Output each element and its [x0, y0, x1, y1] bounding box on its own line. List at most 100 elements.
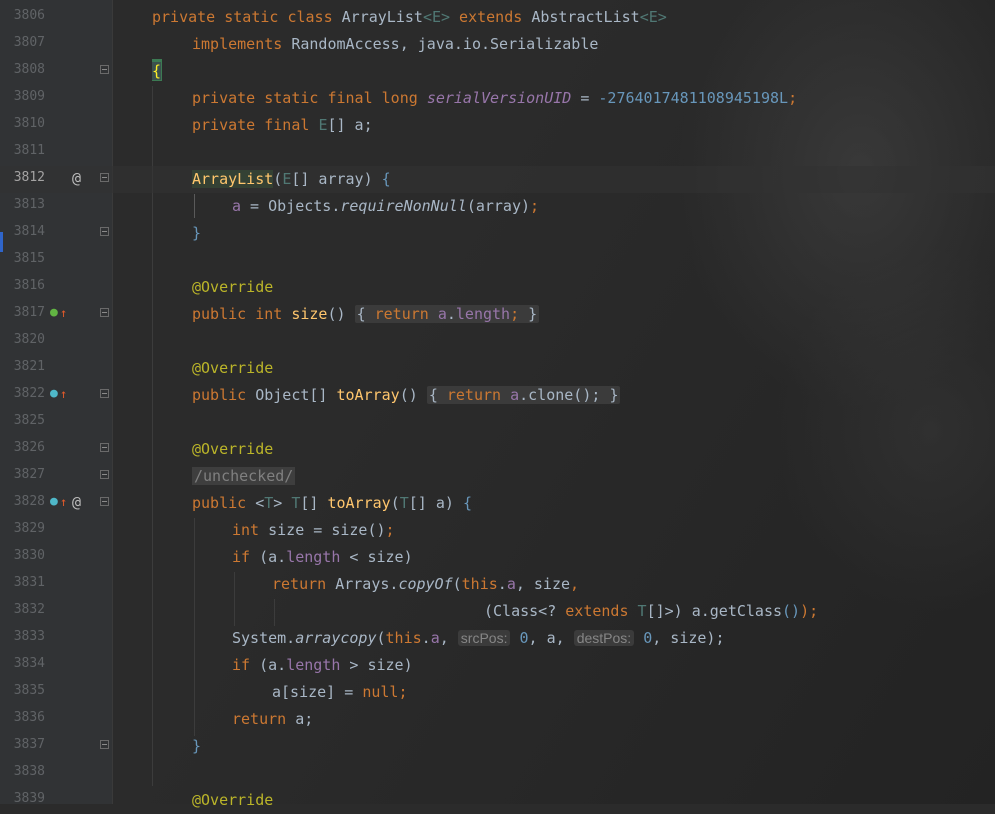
line-number: 3812 — [13, 170, 45, 185]
code-text[interactable]: return a; — [232, 709, 313, 729]
fold-icon[interactable] — [100, 470, 109, 479]
line-number: 3808 — [13, 62, 45, 77]
code-line[interactable]: 3821 @Override — [0, 355, 995, 382]
code-text[interactable]: ArrayList(E[] array) { — [192, 169, 391, 189]
code-line[interactable]: 3820 — [0, 328, 995, 355]
code-text[interactable]: } — [192, 223, 201, 243]
line-number: 3822 — [13, 386, 45, 401]
code-text[interactable]: private final E[] a; — [192, 115, 373, 135]
code-line[interactable]: 3839 @Override — [0, 787, 995, 814]
code-line[interactable]: 3838 — [0, 760, 995, 787]
code-line[interactable]: 3835 a[size] = null; — [0, 679, 995, 706]
line-number: 3813 — [13, 197, 45, 212]
overrides-icon[interactable]: ● — [50, 304, 58, 322]
arrow-up-icon[interactable]: ↑ — [60, 385, 67, 403]
line-number: 3806 — [13, 8, 45, 23]
code-line[interactable]: 3833 System.arraycopy(this.a, srcPos: 0,… — [0, 625, 995, 652]
fold-icon[interactable] — [100, 227, 109, 236]
line-number: 3833 — [13, 629, 45, 644]
at-icon[interactable]: @ — [72, 169, 81, 187]
line-number: 3816 — [13, 278, 45, 293]
code-line[interactable]: 3810 private final E[] a; — [0, 112, 995, 139]
code-text[interactable]: @Override — [192, 439, 273, 459]
code-text[interactable]: int size = size(); — [232, 520, 395, 540]
implements-icon[interactable]: ● — [50, 385, 58, 403]
code-line[interactable]: 3827 /unchecked/ — [0, 463, 995, 490]
code-line[interactable]: 3830 if (a.length < size) — [0, 544, 995, 571]
fold-icon[interactable] — [100, 497, 109, 506]
code-text[interactable]: @Override — [192, 358, 273, 378]
code-text[interactable]: { — [152, 61, 162, 81]
code-line[interactable]: 3809 private static final long serialVer… — [0, 85, 995, 112]
code-line[interactable]: 3837 } — [0, 733, 995, 760]
line-number: 3809 — [13, 89, 45, 104]
fold-icon[interactable] — [100, 173, 109, 182]
line-number: 3838 — [13, 764, 45, 779]
fold-icon[interactable] — [100, 389, 109, 398]
code-text[interactable]: } — [192, 736, 201, 756]
code-text[interactable]: public <T> T[] toArray(T[] a) { — [192, 493, 472, 513]
code-text[interactable]: @Override — [192, 790, 273, 810]
code-text[interactable]: a = Objects.requireNonNull(array); — [232, 196, 539, 216]
line-number: 3836 — [13, 710, 45, 725]
line-number: 3826 — [13, 440, 45, 455]
arrow-up-icon[interactable]: ↑ — [60, 304, 67, 322]
line-number: 3837 — [13, 737, 45, 752]
param-hint-destpos: destPos: — [573, 630, 635, 646]
code-text[interactable]: @Override — [192, 277, 273, 297]
code-line[interactable]: 3832 (Class<? extends T[]>) a.getClass()… — [0, 598, 995, 625]
code-line[interactable]: 3806 private static class ArrayList<E> e… — [0, 4, 995, 31]
code-line[interactable]: 3836 return a; — [0, 706, 995, 733]
code-text[interactable]: implements RandomAccess, java.io.Seriali… — [192, 34, 598, 54]
fold-icon[interactable] — [100, 65, 109, 74]
code-line[interactable]: 3807 implements RandomAccess, java.io.Se… — [0, 31, 995, 58]
code-line[interactable]: 3816 @Override — [0, 274, 995, 301]
code-line[interactable]: 3814 } — [0, 220, 995, 247]
code-line[interactable]: 3831 return Arrays.copyOf(this.a, size, — [0, 571, 995, 598]
code-line-current[interactable]: 3812 @ ArrayList(E[] array) { — [0, 166, 995, 193]
fold-icon[interactable] — [100, 740, 109, 749]
param-hint-srcpos: srcPos: — [457, 630, 511, 646]
code-text[interactable]: if (a.length > size) — [232, 655, 413, 675]
line-number: 3821 — [13, 359, 45, 374]
code-line[interactable]: 3825 — [0, 409, 995, 436]
code-text[interactable]: if (a.length < size) — [232, 547, 413, 567]
code-text[interactable]: a[size] = null; — [272, 682, 407, 702]
line-number: 3834 — [13, 656, 45, 671]
line-number: 3829 — [13, 521, 45, 536]
line-number: 3835 — [13, 683, 45, 698]
code-line[interactable]: 3811 — [0, 139, 995, 166]
line-number: 3807 — [13, 35, 45, 50]
code-text[interactable]: public Object[] toArray() { return a.clo… — [192, 385, 621, 405]
fold-icon[interactable] — [100, 443, 109, 452]
line-number: 3832 — [13, 602, 45, 617]
line-number: 3825 — [13, 413, 45, 428]
code-line[interactable]: 3834 if (a.length > size) — [0, 652, 995, 679]
line-number: 3814 — [13, 224, 45, 239]
code-line[interactable]: 3815 — [0, 247, 995, 274]
line-number: 3815 — [13, 251, 45, 266]
at-icon[interactable]: @ — [72, 493, 81, 511]
code-text[interactable]: (Class<? extends T[]>) a.getClass()); — [484, 601, 818, 621]
line-number: 3817 — [13, 305, 45, 320]
code-line[interactable]: 3826 @Override — [0, 436, 995, 463]
code-line[interactable]: 3817 ● ↑ public int size() { return a.le… — [0, 301, 995, 328]
code-line[interactable]: 3822 ● ↑ public Object[] toArray() { ret… — [0, 382, 995, 409]
implements-icon[interactable]: ● — [50, 493, 58, 511]
code-text[interactable]: private static class ArrayList<E> extend… — [152, 7, 667, 27]
line-number: 3830 — [13, 548, 45, 563]
code-text[interactable]: /unchecked/ — [192, 466, 296, 486]
code-line[interactable]: 3829 int size = size(); — [0, 517, 995, 544]
code-line[interactable]: 3828 ● ↑ @ public <T> T[] toArray(T[] a)… — [0, 490, 995, 517]
code-text[interactable]: return Arrays.copyOf(this.a, size, — [272, 574, 579, 594]
line-number: 3820 — [13, 332, 45, 347]
arrow-up-icon[interactable]: ↑ — [60, 493, 67, 511]
code-line[interactable]: 3808 { — [0, 58, 995, 85]
code-text[interactable]: System.arraycopy(this.a, srcPos: 0, a, d… — [232, 628, 724, 648]
line-number: 3831 — [13, 575, 45, 590]
fold-icon[interactable] — [100, 308, 109, 317]
code-text[interactable]: private static final long serialVersionU… — [192, 88, 797, 108]
code-text[interactable]: public int size() { return a.length; } — [192, 304, 540, 324]
code-line[interactable]: 3813 a = Objects.requireNonNull(array); — [0, 193, 995, 220]
line-number: 3810 — [13, 116, 45, 131]
